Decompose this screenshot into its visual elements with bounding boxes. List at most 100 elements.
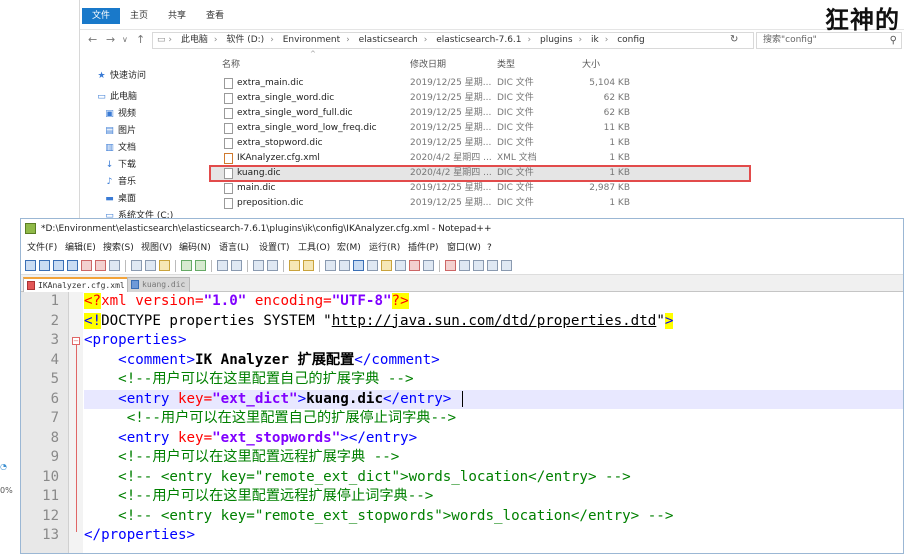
file-row[interactable]: extra_single_word_full.dic 2019/12/25 星期.…	[210, 106, 750, 121]
line-number-gutter: 1 2 3 4 5 6 7 8 9 10 11 12 13	[21, 292, 69, 553]
nav-this-pc[interactable]: ▭ 此电脑	[96, 89, 137, 102]
find-icon[interactable]	[217, 260, 228, 271]
new-file-icon[interactable]	[25, 260, 36, 271]
search-icon: ⚲	[889, 35, 897, 46]
menu-search[interactable]: 搜索(S)	[103, 239, 134, 257]
menu-window[interactable]: 窗口(W)	[447, 239, 481, 257]
paste-icon[interactable]	[159, 260, 170, 271]
file-row[interactable]: extra_single_word_low_freq.dic 2019/12/25…	[210, 121, 750, 136]
zoom-in-icon[interactable]	[253, 260, 264, 271]
close-all-icon[interactable]	[95, 260, 106, 271]
ribbon-tab-view[interactable]: 查看	[196, 8, 234, 24]
menu-view[interactable]: 视图(V)	[141, 239, 172, 257]
file-row-selected[interactable]: kuang.dic 2020/4/2 星期四 ... DIC 文件 1 KB	[209, 165, 751, 182]
breadcrumb-ik[interactable]: ik	[591, 35, 599, 45]
refresh-icon[interactable]: ↻	[730, 34, 738, 45]
breadcrumb-config[interactable]: config	[617, 35, 645, 45]
breadcrumb-drive-d[interactable]: 软件 (D:)	[226, 35, 264, 45]
tab-kuang-dic[interactable]: kuang.dic	[127, 277, 191, 292]
folder-workspace-icon[interactable]	[395, 260, 406, 271]
recent-chevron-icon[interactable]: ∨	[122, 35, 128, 44]
code-line-11: <!--用户可以在这里配置远程扩展停止词字典-->	[118, 488, 434, 504]
column-header-name[interactable]: 名称	[222, 57, 240, 70]
cut-icon[interactable]	[131, 260, 142, 271]
stop-macro-icon[interactable]	[459, 260, 470, 271]
save-all-icon[interactable]	[67, 260, 78, 271]
code-line-2: <!DOCTYPE properties SYSTEM "http://java…	[84, 312, 674, 329]
undo-icon[interactable]	[181, 260, 192, 271]
nav-downloads[interactable]: ↓ 下载	[104, 157, 136, 170]
address-field[interactable]: ▭ › 此电脑 › 软件 (D:) › Environment › elasticse…	[152, 32, 754, 49]
breadcrumb-environment[interactable]: Environment	[283, 35, 340, 45]
file-row[interactable]: extra_stopword.dic 2019/12/25 星期... DIC 文件…	[210, 136, 750, 151]
menu-encoding[interactable]: 编码(N)	[179, 239, 211, 257]
up-arrow-icon[interactable]: ↑	[136, 33, 145, 46]
nav-videos[interactable]: ▣ 视频	[104, 106, 136, 119]
ribbon-tab-share[interactable]: 共享	[158, 8, 196, 24]
sync-vertical-icon[interactable]	[289, 260, 300, 271]
breadcrumb-elasticsearch[interactable]: elasticsearch	[359, 35, 418, 45]
menu-language[interactable]: 语言(L)	[219, 239, 249, 257]
tab-ikanalyzer-cfg[interactable]: IKAnalyzer.cfg.xml	[23, 277, 130, 292]
menu-edit[interactable]: 编辑(E)	[65, 239, 96, 257]
play-macro-icon[interactable]	[473, 260, 484, 271]
menu-file[interactable]: 文件(F)	[27, 239, 57, 257]
file-list: ^ 名称 修改日期 类型 大小 extra_main.dic 2019/12/25…	[209, 50, 904, 238]
menu-tools[interactable]: 工具(O)	[298, 239, 330, 257]
nav-pictures[interactable]: ▤ 图片	[104, 123, 136, 136]
column-header-size[interactable]: 大小	[582, 57, 600, 70]
monitor-icon[interactable]	[409, 260, 420, 271]
save-macro-icon[interactable]	[501, 260, 512, 271]
indent-guide-icon[interactable]	[353, 260, 364, 271]
replace-icon[interactable]	[231, 260, 242, 271]
forward-arrow-icon[interactable]: →	[106, 33, 115, 46]
record-macro-icon[interactable]	[445, 260, 456, 271]
fold-toggle-icon[interactable]: −	[72, 337, 80, 345]
column-header-type[interactable]: 类型	[497, 57, 515, 70]
preview-icon[interactable]	[423, 260, 434, 271]
redo-icon[interactable]	[195, 260, 206, 271]
nav-desktop[interactable]: ▬ 桌面	[104, 191, 136, 204]
run-macro-multiple-icon[interactable]	[487, 260, 498, 271]
open-file-icon[interactable]	[39, 260, 50, 271]
picture-icon: ▤	[105, 126, 114, 136]
file-row[interactable]: extra_single_word.dic 2019/12/25 星期... DIC…	[210, 91, 750, 106]
menu-plugins[interactable]: 插件(P)	[408, 239, 438, 257]
ribbon-tab-home[interactable]: 主页	[120, 8, 158, 24]
zoom-out-icon[interactable]	[267, 260, 278, 271]
doc-map-icon[interactable]	[367, 260, 378, 271]
nav-music[interactable]: ♪ 音乐	[104, 174, 136, 187]
code-line-3: <properties>	[84, 332, 187, 348]
back-arrow-icon[interactable]: ←	[88, 33, 97, 46]
show-all-chars-icon[interactable]	[339, 260, 350, 271]
menu-macro[interactable]: 宏(M)	[337, 239, 361, 257]
menu-settings[interactable]: 设置(T)	[259, 239, 290, 257]
menu-help[interactable]: ?	[487, 239, 492, 257]
breadcrumb-this-pc[interactable]: 此电脑	[181, 35, 208, 45]
function-list-icon[interactable]	[381, 260, 392, 271]
nav-documents[interactable]: ▥ 文档	[104, 140, 136, 153]
ribbon: 文件 主页 共享 查看 狂神的	[80, 0, 904, 34]
line-number: 6	[50, 390, 59, 407]
menu-run[interactable]: 运行(R)	[369, 239, 400, 257]
column-header-date[interactable]: 修改日期	[410, 57, 446, 70]
close-icon[interactable]	[81, 260, 92, 271]
file-row[interactable]: main.dic 2019/12/25 星期... DIC 文件 2,987 KB	[210, 181, 750, 196]
document-icon: ▥	[105, 143, 114, 153]
sync-horizontal-icon[interactable]	[303, 260, 314, 271]
copy-icon[interactable]	[145, 260, 156, 271]
breadcrumb-plugins[interactable]: plugins	[540, 35, 573, 45]
word-wrap-icon[interactable]	[325, 260, 336, 271]
file-row[interactable]: preposition.dic 2019/12/25 星期... DIC 文件 1 K…	[210, 196, 750, 211]
breadcrumb-elasticsearch-761[interactable]: elasticsearch-7.6.1	[436, 35, 521, 45]
save-icon[interactable]	[53, 260, 64, 271]
file-row[interactable]: extra_main.dic 2019/12/25 星期... DIC 文件 5,10…	[210, 76, 750, 91]
notepadpp-window: *D:\Environment\elasticsearch\elasticsea…	[20, 218, 904, 554]
code-editor[interactable]: 1 2 3 4 5 6 7 8 9 10 11 12 13 − <?xml ve…	[21, 292, 903, 553]
nav-quick-access[interactable]: ★ 快速访问	[96, 68, 146, 81]
file-row[interactable]: IKAnalyzer.cfg.xml 2020/4/2 星期四 ... XML 文档…	[210, 151, 750, 166]
search-input[interactable]: 搜索"config" ⚲	[756, 32, 902, 49]
ribbon-tab-file[interactable]: 文件	[82, 8, 121, 24]
print-icon[interactable]	[109, 260, 120, 271]
file-icon	[224, 108, 233, 119]
